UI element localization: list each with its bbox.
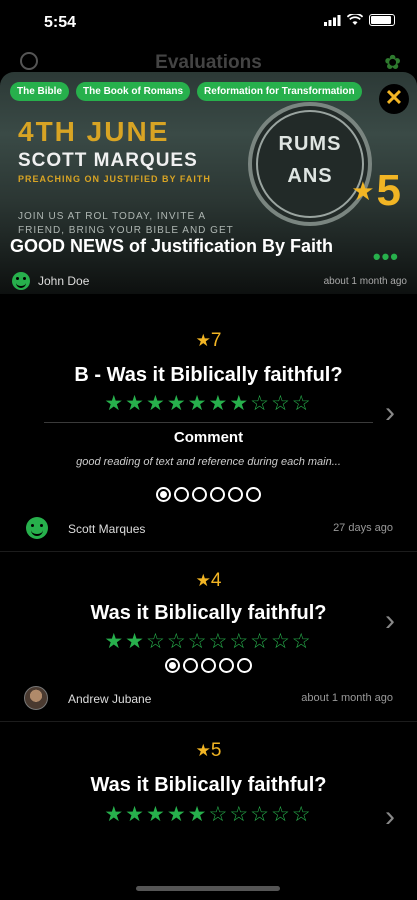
evaluator-name: Scott Marques xyxy=(68,522,146,536)
battery-icon xyxy=(369,14,395,26)
evaluation-time: about 1 month ago xyxy=(301,692,393,704)
chevron-right-icon[interactable]: › xyxy=(385,604,395,638)
wifi-icon xyxy=(347,14,363,25)
evaluation-score-value: 5 xyxy=(210,740,222,761)
smiley-icon xyxy=(12,272,30,290)
page-dot[interactable] xyxy=(156,487,171,502)
home-indicator[interactable] xyxy=(136,886,280,891)
evaluation-card[interactable]: ★4 Was it Biblically faithful? ★★☆☆☆☆☆☆☆… xyxy=(0,552,417,724)
banner-subtitle: PREACHING ON JUSTIFIED BY FAITH xyxy=(18,174,211,184)
page-dot[interactable] xyxy=(210,487,225,502)
page-dot[interactable] xyxy=(219,658,234,673)
church-logo-text: RUMS ANS xyxy=(278,133,342,187)
tag-chip[interactable]: Reformation for Transformation xyxy=(197,82,362,101)
comment-text: good reading of text and reference durin… xyxy=(76,456,341,468)
evaluator-row: Andrew Jubane about 1 month ago xyxy=(0,678,417,722)
sermon-author: John Doe xyxy=(12,272,89,290)
overall-score: ★ 5 xyxy=(351,166,401,216)
evaluation-card[interactable]: ★7 B - Was it Biblically faithful? ★★★★★… xyxy=(0,294,417,552)
evaluation-score: ★7 xyxy=(0,330,417,352)
author-name: John Doe xyxy=(38,274,90,288)
device-notch xyxy=(108,0,308,32)
sermon-title: GOOD NEWS of Justification By Faith xyxy=(10,236,334,256)
status-icons xyxy=(324,14,395,26)
tag-chip[interactable]: The Book of Romans xyxy=(76,82,191,101)
signal-icon xyxy=(324,14,341,26)
evaluator-name: Andrew Jubane xyxy=(68,692,152,706)
evaluation-score-value: 4 xyxy=(210,570,222,591)
smiley-icon xyxy=(26,517,48,539)
chevron-right-icon[interactable]: › xyxy=(385,396,395,430)
question-title: Was it Biblically faithful? xyxy=(90,774,327,796)
nav-title: Evaluations xyxy=(155,52,262,73)
evaluation-time: 27 days ago xyxy=(333,522,393,534)
evaluation-card[interactable]: ★5 Was it Biblically faithful? ★★★★★☆☆☆☆… xyxy=(0,724,417,874)
question-title: Was it Biblically faithful? xyxy=(90,602,327,624)
banner-invite-line: JOIN US AT ROL TODAY, INVITE A xyxy=(18,211,207,222)
evaluator-row: Scott Marques 27 days ago xyxy=(0,508,417,552)
page-dot[interactable] xyxy=(192,487,207,502)
star-rating: ★★☆☆☆☆☆☆☆☆ xyxy=(104,630,313,653)
evaluation-score: ★4 xyxy=(0,570,417,592)
sermon-header: The Bible The Book of Romans Reformation… xyxy=(0,72,417,294)
banner-date: 4TH JUNE xyxy=(18,116,170,147)
page-indicator[interactable] xyxy=(0,658,417,673)
star-icon: ★ xyxy=(195,571,211,590)
more-options-icon[interactable]: ••• xyxy=(373,244,399,270)
chevron-right-icon[interactable]: › xyxy=(385,800,395,834)
avatar xyxy=(24,686,48,710)
banner-speaker: SCOTT MARQUES xyxy=(18,150,198,171)
star-icon: ★ xyxy=(195,741,211,760)
page-indicator[interactable] xyxy=(0,487,417,502)
star-rating: ★★★★★☆☆☆☆☆ xyxy=(104,803,313,826)
question-title: B - Was it Biblically faithful? xyxy=(74,364,343,386)
comment-header: Comment xyxy=(44,422,373,446)
page-dot[interactable] xyxy=(228,487,243,502)
status-bar: 5:54 xyxy=(0,0,417,48)
star-icon: ★ xyxy=(195,331,211,350)
tag-list: The Bible The Book of Romans Reformation… xyxy=(10,82,362,101)
page-dot[interactable] xyxy=(201,658,216,673)
evaluation-score-value: 7 xyxy=(210,330,222,351)
banner-invite: JOIN US AT ROL TODAY, INVITE A FRIEND, B… xyxy=(18,210,234,238)
author-time: about 1 month ago xyxy=(323,276,407,287)
star-icon: ★ xyxy=(351,175,375,206)
overall-score-value: 5 xyxy=(376,166,401,215)
status-time: 5:54 xyxy=(44,14,77,31)
page-dot[interactable] xyxy=(165,658,180,673)
page-dot[interactable] xyxy=(237,658,252,673)
star-rating: ★★★★★★★☆☆☆ xyxy=(104,392,313,415)
close-button[interactable]: ✕ xyxy=(379,84,409,114)
evaluation-score: ★5 xyxy=(0,740,417,762)
tag-chip[interactable]: The Bible xyxy=(10,82,70,101)
page-dot[interactable] xyxy=(174,487,189,502)
page-dot[interactable] xyxy=(246,487,261,502)
page-dot[interactable] xyxy=(183,658,198,673)
